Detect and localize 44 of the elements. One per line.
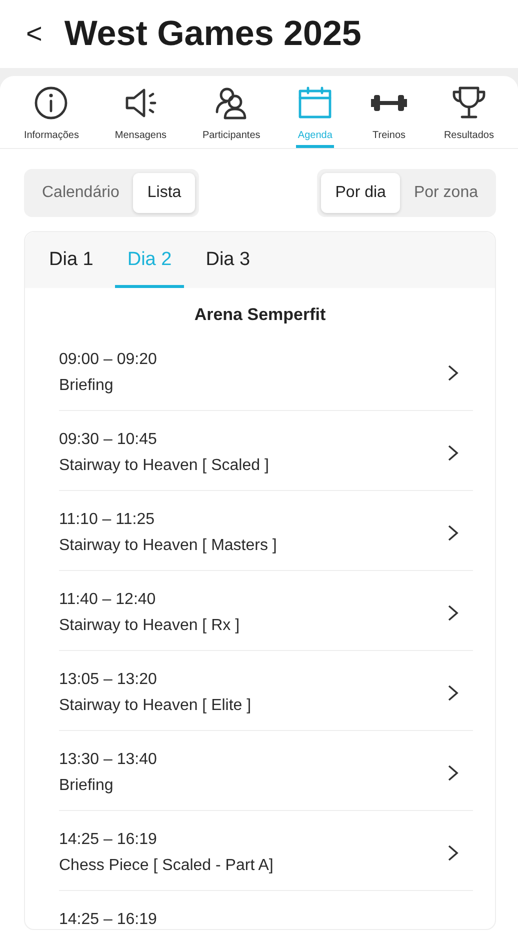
event-row[interactable]: 11:10 – 11:25 Stairway to Heaven [ Masters ] <box>59 491 473 571</box>
chevron-right-icon <box>447 684 459 702</box>
segment-option[interactable]: Por dia <box>321 173 400 213</box>
event-title: Briefing <box>59 376 114 395</box>
event-time: 13:05 – 13:20 <box>59 670 158 689</box>
event-title: Stairway to Heaven [ Masters ] <box>59 536 277 555</box>
event-time: 14:25 – 16:19 <box>59 910 157 929</box>
event-row[interactable]: 09:30 – 10:45 Stairway to Heaven [ Scaled ] <box>59 411 473 491</box>
segment-option[interactable]: Por zona <box>400 173 492 213</box>
event-title: Chess Piece [ Scaled - Part A] <box>59 856 274 875</box>
event-row[interactable]: 14:25 – 16:19 Chess Piece [ Scaled - Part A] <box>59 811 473 891</box>
event-time: 09:00 – 09:20 <box>59 350 157 369</box>
page-title: West Games 2025 <box>64 12 362 55</box>
event-time: 14:25 – 16:19 <box>59 830 158 849</box>
event-row[interactable]: 11:40 – 12:40 Stairway to Heaven [ Rx ] <box>59 571 473 651</box>
segment-option[interactable]: Lista <box>133 173 196 213</box>
chevron-right-icon <box>447 764 459 782</box>
event-time: 11:40 – 12:40 <box>59 590 157 609</box>
nav-tab[interactable]: Mensagens <box>114 84 167 148</box>
event-time: 11:10 – 11:25 <box>59 510 156 529</box>
nav-tab[interactable]: Informações <box>24 84 79 148</box>
nav-tab[interactable]: Participantes <box>202 84 260 148</box>
back-button[interactable]: < <box>20 20 48 48</box>
event-row[interactable]: 13:05 – 13:20 Stairway to Heaven [ Elite ] <box>59 651 473 731</box>
day-tab[interactable]: Dia 1 <box>37 232 106 288</box>
nav-tab[interactable]: Resultados <box>444 84 494 148</box>
event-row[interactable]: 13:30 – 13:40 Briefing <box>59 731 473 811</box>
chevron-right-icon <box>447 444 459 462</box>
chevron-right-icon <box>447 604 459 622</box>
chevron-right-icon <box>447 844 459 862</box>
nav-tab[interactable]: Treinos <box>370 84 408 148</box>
chevron-right-icon <box>447 364 459 382</box>
day-tab[interactable]: Dia 3 <box>194 232 262 288</box>
event-time: 09:30 – 10:45 <box>59 430 158 449</box>
chevron-right-icon <box>447 524 459 542</box>
event-title: Briefing <box>59 776 114 795</box>
event-title: Stairway to Heaven [ Rx ] <box>59 616 240 635</box>
event-title: Stairway to Heaven [ Scaled ] <box>59 456 269 475</box>
event-title: Stairway to Heaven [ Elite ] <box>59 696 252 715</box>
segment-option[interactable]: Calendário <box>28 173 134 213</box>
zone-title: Arena Semperfit <box>193 304 327 326</box>
event-time: 13:30 – 13:40 <box>59 750 157 769</box>
event-row[interactable]: 14:25 – 16:19 <box>59 891 473 929</box>
event-row[interactable]: 09:00 – 09:20 Briefing <box>59 331 473 411</box>
